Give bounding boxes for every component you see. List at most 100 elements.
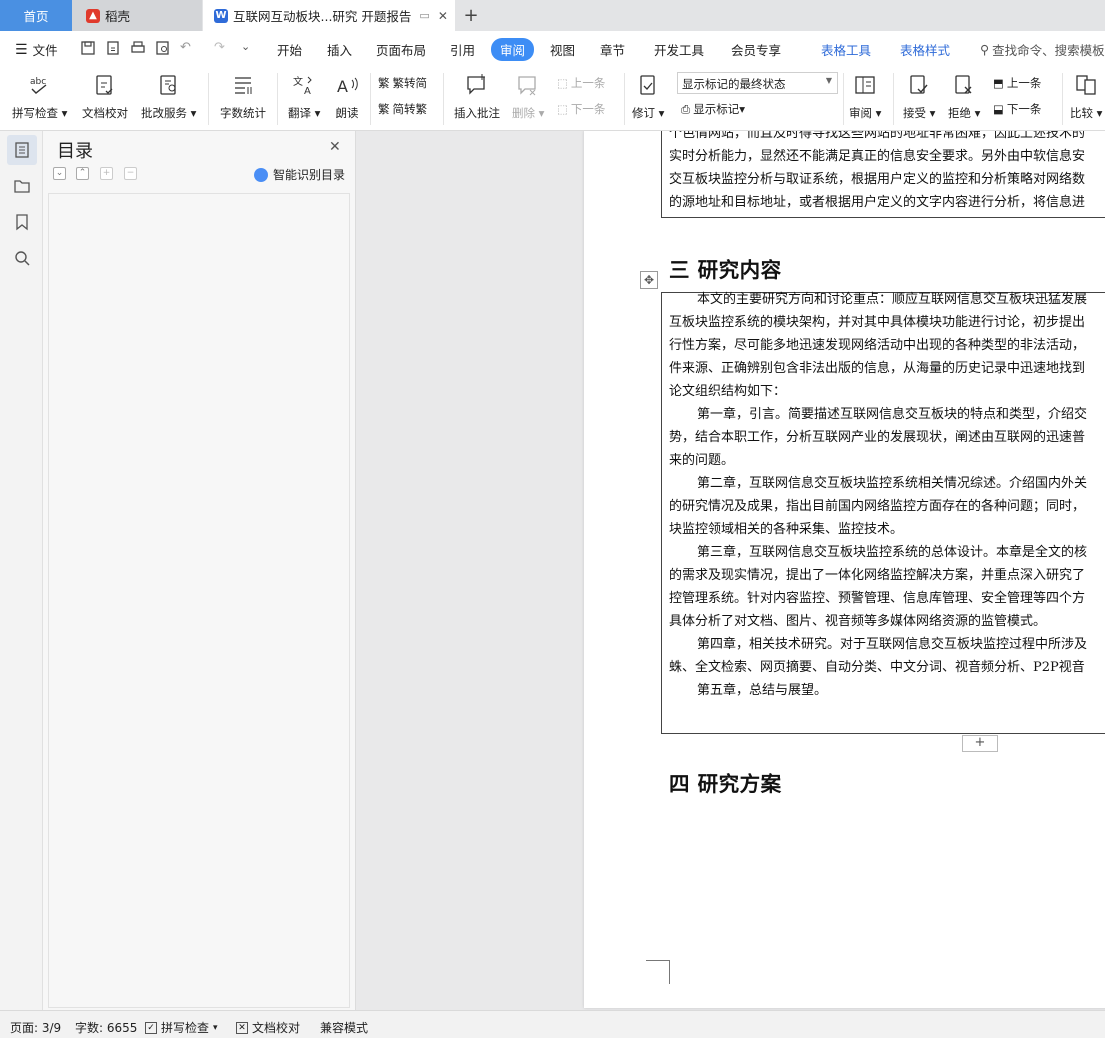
- search-icon[interactable]: [7, 243, 37, 273]
- doc-line: 蛛、全文检索、网页摘要、自动分类、中文分词、视音频分析、P2P视音: [669, 660, 1085, 675]
- doc-line: 本文的主要研究方向和讨论重点：顺应互联网信息交互板块迅猛发展: [697, 292, 1088, 307]
- menu-table-style[interactable]: 表格样式: [900, 40, 950, 59]
- page-indicator[interactable]: 页面: 3/9: [10, 1019, 61, 1036]
- doc-line: 个色情网站，而且及时得寻找这些网站的地址非常困难，因此上述技术的: [669, 131, 1086, 141]
- word-count-button[interactable]: 字数统计: [220, 71, 266, 121]
- new-tab-button[interactable]: +: [460, 0, 482, 31]
- review-pane-icon: [851, 71, 879, 99]
- svg-text:文: 文: [293, 75, 303, 88]
- save-icon[interactable]: [80, 40, 96, 56]
- collapse-all-icon[interactable]: ⌃: [76, 167, 89, 180]
- delete-comment-button[interactable]: 删除 ▾: [512, 71, 544, 121]
- tab-home[interactable]: 首页: [0, 0, 72, 31]
- prev-change-button[interactable]: ⬒ 上一条: [993, 75, 1041, 91]
- reject-button[interactable]: 拒绝 ▾: [948, 71, 980, 121]
- ribbon-toolbar: abc 拼写检查 ▾ 文档校对 批改服务 ▾ 字数统计 文A 翻译 ▾ A 朗读…: [0, 67, 1105, 131]
- menu-member[interactable]: 会员专享: [731, 40, 781, 59]
- word-count-indicator[interactable]: 字数: 6655: [75, 1019, 137, 1036]
- promote-icon[interactable]: +: [100, 167, 113, 180]
- menu-insert[interactable]: 插入: [327, 40, 352, 59]
- add-table-row-button[interactable]: +: [962, 735, 998, 752]
- show-markup-button[interactable]: ⎙ 显示标记 ▾: [681, 101, 745, 117]
- export-pdf-icon[interactable]: [105, 40, 121, 56]
- doc-line: 第二章，互联网信息交互板块监控系统相关情况综述。介绍国内外关: [697, 476, 1088, 491]
- table-cell-previous[interactable]: 个色情网站，而且及时得寻找这些网站的地址非常困难，因此上述技术的 实时分析能力，…: [661, 131, 1105, 218]
- menu-references[interactable]: 引用: [450, 40, 475, 59]
- redo-icon[interactable]: ↷: [214, 40, 230, 56]
- ribbon-separator: [277, 73, 278, 125]
- doc-check-label: 文档校对: [82, 106, 128, 120]
- tab-daoke[interactable]: ▲ 稻壳: [72, 0, 202, 31]
- doc-line: 的源地址和目标地址，或者根据用户定义的文字内容进行分析，将信息进: [669, 195, 1086, 210]
- file-menu[interactable]: ☰ 文件: [15, 40, 58, 59]
- read-aloud-button[interactable]: A 朗读: [333, 71, 361, 121]
- quick-access-dropdown-icon[interactable]: ⌄: [241, 40, 257, 56]
- spellcheck-button[interactable]: abc 拼写检查 ▾: [12, 71, 67, 121]
- demote-icon[interactable]: −: [124, 167, 137, 180]
- simp-to-trad-button[interactable]: 繁简转繁: [378, 101, 427, 117]
- doc-line: 块监控领域相关的各种采集、监控技术。: [669, 522, 904, 537]
- doc-line: 势，结合本职工作，分析互联网产业的发展现状，阐述由互联网的迅速普: [669, 430, 1086, 445]
- doc-check-button[interactable]: 文档校对: [82, 71, 128, 121]
- translate-label: 翻译: [288, 106, 311, 120]
- compare-button[interactable]: 比较 ▾: [1070, 71, 1102, 121]
- markup-state-select[interactable]: 显示标记的最终状态 ▼: [677, 72, 838, 94]
- print-preview-icon[interactable]: [155, 40, 171, 56]
- tab-document[interactable]: W 互联网互动板块...研究 开题报告 ▭ ✕: [203, 0, 455, 31]
- tab-close-icon[interactable]: ✕: [438, 9, 448, 23]
- doc-line: 第四章，相关技术研究。对于互联网信息交互板块监控过程中所涉及: [697, 637, 1088, 652]
- doc-line: 第三章，互联网信息交互板块监控系统的总体设计。本章是全文的核: [697, 545, 1088, 560]
- table-cell-research-content[interactable]: 本文的主要研究方向和讨论重点：顺应互联网信息交互板块迅猛发展 互板块监控系统的模块…: [661, 292, 1105, 734]
- tab-daoke-label: 稻壳: [105, 9, 131, 24]
- close-icon[interactable]: ✕: [329, 139, 341, 155]
- doc-line: 的研究情况及成果，指出目前国内网络监控方面存在的各种问题；同时，: [669, 499, 1086, 514]
- status-spellcheck[interactable]: ✓ 拼写检查 ▾: [145, 1019, 218, 1036]
- doc-line: 控管理系统。针对内容监控、预警管理、信息库管理、安全管理等四个方: [669, 591, 1086, 606]
- prev-comment-button[interactable]: ⬚ 上一条: [557, 75, 605, 91]
- toc-pane: 目录 ✕ ⌄ ⌃ + − 智能识别目录: [43, 131, 356, 1010]
- toc-panel-icon[interactable]: [7, 135, 37, 165]
- delete-comment-icon: [514, 71, 542, 99]
- compare-label: 比较: [1070, 106, 1093, 120]
- trad-to-simp-button[interactable]: 繁繁转简: [378, 75, 427, 91]
- accept-button[interactable]: 接受 ▾: [903, 71, 935, 121]
- command-search[interactable]: ⚲ 查找命令、搜索模板: [980, 40, 1105, 59]
- document-page[interactable]: 个色情网站，而且及时得寻找这些网站的地址非常困难，因此上述技术的 实时分析能力，…: [584, 131, 1105, 1008]
- doc-line: 具体分析了对文档、图片、视音频等多媒体网络资源的监管模式。: [669, 614, 1047, 629]
- simp-to-trad-label: 简转繁: [392, 102, 428, 116]
- next-comment-button[interactable]: ⬚ 下一条: [557, 101, 605, 117]
- menu-home[interactable]: 开始: [277, 40, 302, 59]
- document-canvas[interactable]: 个色情网站，而且及时得寻找这些网站的地址非常困难，因此上述技术的 实时分析能力，…: [357, 131, 1105, 1010]
- delete-comment-label: 删除: [512, 106, 535, 120]
- review-pane-button[interactable]: 审阅 ▾: [849, 71, 881, 121]
- doc-line: 行性方案，尽可能多地迅速发现网络活动中出现的各种类型的非法活动，: [669, 338, 1086, 353]
- menu-developer[interactable]: 开发工具: [654, 40, 704, 59]
- review-pane-label: 审阅: [849, 106, 872, 120]
- svg-text:abc: abc: [30, 77, 46, 87]
- read-aloud-label: 朗读: [335, 106, 359, 120]
- doc-line: 论文组织结构如下：: [669, 384, 787, 399]
- menu-review[interactable]: 审阅: [491, 38, 535, 61]
- review-service-button[interactable]: 批改服务 ▾: [141, 71, 196, 121]
- tab-screen-icon[interactable]: ▭: [419, 9, 429, 22]
- doc-line: 交互板块监控分析与取证系统，根据用户定义的监控和分析策略对网络数: [669, 172, 1086, 187]
- status-doc-check[interactable]: ✕ 文档校对: [236, 1019, 300, 1036]
- smart-toc-label: 智能识别目录: [273, 168, 346, 182]
- table-move-handle-icon[interactable]: ✥: [640, 271, 658, 289]
- menu-view[interactable]: 视图: [550, 40, 575, 59]
- expand-all-icon[interactable]: ⌄: [53, 167, 66, 180]
- smart-toc-button[interactable]: 智能识别目录: [254, 166, 345, 183]
- menu-table-tools[interactable]: 表格工具: [821, 40, 871, 59]
- status-doc-check-label: 文档校对: [252, 1021, 301, 1035]
- menu-page-layout[interactable]: 页面布局: [376, 40, 426, 59]
- chevron-down-icon: ▾: [213, 1022, 218, 1033]
- track-changes-button[interactable]: 修订 ▾: [632, 71, 664, 121]
- translate-button[interactable]: 文A 翻译 ▾: [288, 71, 320, 121]
- undo-icon[interactable]: ↶: [180, 40, 196, 56]
- next-change-button[interactable]: ⬓ 下一条: [993, 101, 1041, 117]
- insert-comment-button[interactable]: 插入批注: [454, 71, 500, 121]
- menu-section[interactable]: 章节: [600, 40, 625, 59]
- chapter-nav-icon[interactable]: [7, 171, 37, 201]
- bookmark-icon[interactable]: [7, 207, 37, 237]
- print-icon[interactable]: [130, 40, 146, 56]
